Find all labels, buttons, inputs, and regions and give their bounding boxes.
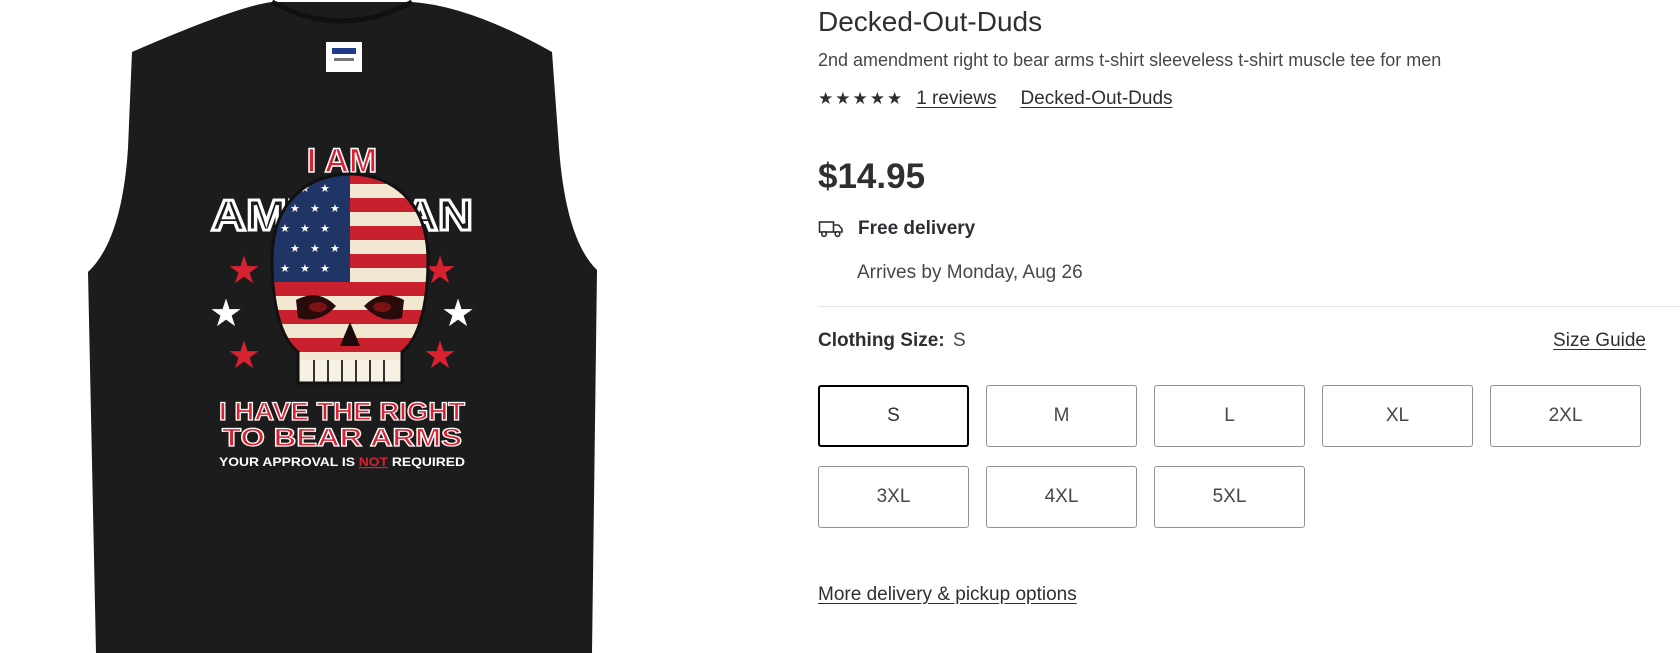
svg-text:★: ★ — [300, 262, 310, 275]
size-option-m[interactable]: M — [986, 385, 1137, 447]
size-option-l[interactable]: L — [1154, 385, 1305, 447]
svg-text:★: ★ — [300, 222, 310, 235]
svg-text:★: ★ — [320, 182, 330, 195]
size-label: Clothing Size: S — [818, 330, 966, 352]
shirt-label — [326, 42, 362, 72]
price: $14.95 — [818, 157, 926, 196]
size-option-2xl[interactable]: 2XL — [1490, 385, 1641, 447]
svg-text:★: ★ — [227, 333, 261, 377]
size-option-s[interactable]: S — [818, 385, 969, 447]
svg-text:★: ★ — [310, 242, 320, 255]
size-label-value: S — [952, 330, 966, 351]
brand-title: Decked-Out-Duds — [818, 6, 1043, 37]
print-line-5: YOUR APPROVAL IS NOT REQUIRED — [219, 455, 465, 469]
tank-top-image: I AM AMERICAN ★ ★ ★ ★ ★ ★ ★★★ ★★★ ★★★ — [88, 0, 597, 653]
divider — [818, 306, 1680, 307]
size-option-xl[interactable]: XL — [1322, 385, 1473, 447]
size-guide-link[interactable]: Size Guide — [1553, 330, 1646, 352]
svg-text:★: ★ — [290, 242, 300, 255]
svg-text:★: ★ — [320, 262, 330, 275]
svg-text:★: ★ — [227, 248, 261, 292]
size-option-5xl[interactable]: 5XL — [1154, 466, 1305, 528]
size-option-3xl[interactable]: 3XL — [818, 466, 969, 528]
svg-text:★: ★ — [441, 291, 475, 335]
seller-link[interactable]: Decked-Out-Duds — [1020, 88, 1172, 110]
product-image[interactable]: I AM AMERICAN ★ ★ ★ ★ ★ ★ ★★★ ★★★ ★★★ — [0, 0, 760, 653]
delivery-title: Free delivery — [858, 218, 976, 239]
svg-text:★: ★ — [423, 333, 457, 377]
delivery-row: Free delivery — [818, 218, 975, 240]
svg-text:★: ★ — [280, 222, 290, 235]
svg-text:★: ★ — [330, 202, 340, 215]
svg-text:★: ★ — [310, 202, 320, 215]
svg-text:★: ★ — [209, 291, 243, 335]
svg-text:★: ★ — [290, 202, 300, 215]
svg-text:★: ★ — [280, 262, 290, 275]
reviews-link[interactable]: 1 reviews — [916, 88, 996, 110]
arrival-date: Arrives by Monday, Aug 26 — [857, 262, 1083, 283]
print-line-3: I HAVE THE RIGHT — [219, 398, 465, 426]
size-option-4xl[interactable]: 4XL — [986, 466, 1137, 528]
truck-icon — [818, 219, 844, 239]
svg-text:★: ★ — [330, 242, 340, 255]
star-rating-icon: ★★★★★ — [818, 89, 905, 108]
print-line-4: TO BEAR ARMS — [222, 424, 462, 452]
size-label-key: Clothing Size: — [818, 330, 945, 351]
rating-row: ★★★★★ 1 reviews Decked-Out-Duds — [818, 87, 1173, 111]
more-delivery-options-link[interactable]: More delivery & pickup options — [818, 584, 1077, 606]
product-title: 2nd amendment right to bear arms t-shirt… — [818, 50, 1442, 70]
svg-text:★: ★ — [320, 222, 330, 235]
